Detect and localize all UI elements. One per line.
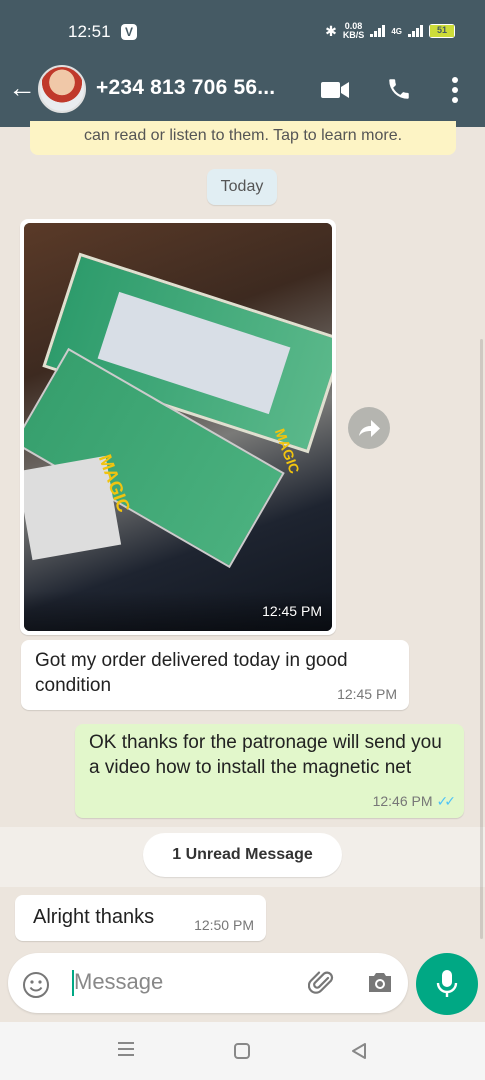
status-time: 12:51 [68,22,111,41]
signal-icon-2 [408,25,423,37]
battery-level: 51 [430,25,454,37]
message-text: OK thanks for the patronage will send yo… [89,732,442,778]
nav-back-icon[interactable] [350,1042,368,1060]
network-speed: 0.08 KB/S [343,22,365,40]
message-time: 12:45 PM [337,686,397,702]
back-arrow-icon[interactable]: ← [8,74,36,102]
battery-icon: 51 [429,24,455,38]
home-icon[interactable] [233,1042,251,1060]
more-options-icon[interactable] [451,76,459,104]
video-call-icon[interactable] [320,79,350,101]
read-receipt-icon: ✓✓ [436,793,457,809]
system-navigation-bar [0,1022,485,1080]
top-bar: 12:51 V ✱ 0.08 KB/S 4G 51 ← +234 813 706… [0,0,485,127]
contact-avatar[interactable] [38,65,86,113]
status-icons: ✱ 0.08 KB/S 4G 51 [325,22,455,40]
message-meta: 12:46 PM ✓✓ [372,793,457,810]
image-message-time: 12:45 PM [262,603,322,619]
date-divider: Today [207,169,277,205]
attach-icon[interactable] [308,969,336,997]
unread-messages-badge: 1 Unread Message [143,833,342,877]
image-message[interactable]: MAGIC MAGIC 12:45 PM [20,219,336,635]
chat-header: ← +234 813 706 56... [0,60,485,127]
network-type: 4G [391,26,402,36]
outgoing-message[interactable]: OK thanks for the patronage will send yo… [75,724,464,818]
encryption-notice[interactable]: can read or listen to them. Tap to learn… [30,121,456,155]
message-time: 12:46 PM [372,793,433,809]
status-bar: 12:51 V ✱ 0.08 KB/S 4G 51 [0,0,485,60]
message-time: 12:50 PM [194,917,254,933]
speed-unit: KB/S [342,30,365,40]
voice-record-button[interactable] [416,953,478,1015]
message-photo[interactable]: MAGIC MAGIC 12:45 PM [24,223,332,631]
forward-button[interactable] [348,407,390,449]
camera-icon[interactable] [366,969,394,995]
emoji-icon[interactable] [22,971,50,999]
app-notification-icon: V [121,24,137,40]
forward-icon [359,420,380,437]
voice-call-icon[interactable] [386,76,412,102]
signal-icon [370,25,386,37]
incoming-message[interactable]: Got my order delivered today in good con… [21,640,409,710]
chat-area[interactable]: can read or listen to them. Tap to learn… [0,121,485,957]
bluetooth-icon: ✱ [325,22,337,39]
recent-apps-icon[interactable] [116,1039,136,1059]
contact-name[interactable]: +234 813 706 56... [96,76,275,100]
chat-scrollbar[interactable] [480,339,483,939]
message-text: Alright thanks [33,906,155,928]
microphone-icon [436,970,458,997]
message-input[interactable]: Message [74,969,163,995]
message-composer[interactable]: Message [8,953,408,1013]
incoming-message[interactable]: Alright thanks 12:50 PM [15,895,266,941]
